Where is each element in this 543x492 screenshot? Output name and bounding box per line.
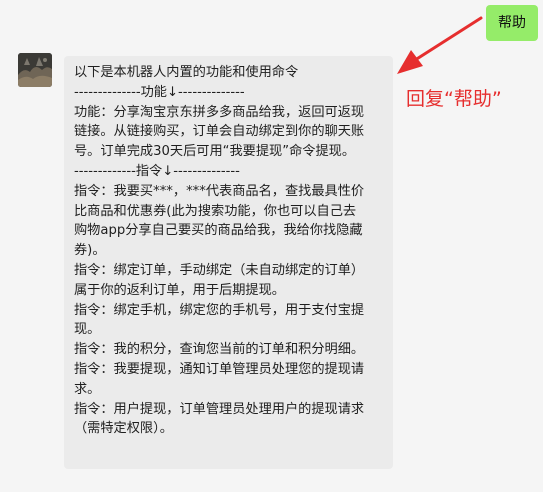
message-line: 券)。 — [74, 243, 106, 259]
message-line: 指令：绑定订单，手动绑定（未自动绑定的订单） — [74, 262, 365, 278]
message-line: 指令：我要买***，***代表商品名，查找最具性价 — [74, 183, 365, 199]
message-line: 以下是本机器人内置的功能和使用命令 — [74, 65, 299, 80]
message-line: 指令：我要提现，通知订单管理员处理您的提现请 — [74, 361, 365, 377]
message-line: 求。 — [74, 381, 101, 397]
outgoing-message-bubble[interactable]: 帮助 — [486, 5, 538, 41]
message-line: 现。 — [74, 322, 101, 338]
bot-avatar[interactable] — [18, 53, 52, 87]
annotation-label: 回复“帮助” — [406, 88, 502, 110]
message-line: 号。订单完成30天后可用“我要提现”命令提现。 — [74, 144, 356, 160]
annotation-arrow-icon — [397, 16, 483, 74]
avatar-image-icon — [18, 53, 52, 87]
message-line: 指令：我的积分，查询您当前的订单和积分明细。 — [74, 342, 365, 358]
message-line: 功能：分享淘宝京东拼多多商品给我，返回可返现 — [74, 104, 365, 120]
chat-area: 帮助 以下是本机器人内置的功能和使用命令 --------------功能↓---… — [0, 0, 543, 492]
message-line: 属于你的返利订单，用于后期提现。 — [74, 282, 285, 298]
message-line: --------------功能↓-------------- — [74, 84, 245, 100]
message-line: （需特定权限）。 — [74, 421, 173, 437]
message-line: 链接。从链接购买，订单会自动绑定到你的聊天账 — [74, 124, 365, 140]
message-line: 指令：绑定手机，绑定您的手机号，用于支付宝提 — [74, 302, 365, 318]
message-line: -------------指令↓-------------- — [74, 163, 240, 179]
message-line: 购物app分享自己要买的商品给我，我给你找隐藏 — [74, 223, 363, 239]
message-line: 比商品和优惠券(此为搜索功能，你也可以自己去 — [74, 203, 357, 219]
incoming-message-bubble[interactable]: 以下是本机器人内置的功能和使用命令 --------------功能↓------… — [64, 56, 393, 469]
message-line: 指令：用户提现，订单管理员处理用户的提现请求 — [74, 401, 365, 417]
